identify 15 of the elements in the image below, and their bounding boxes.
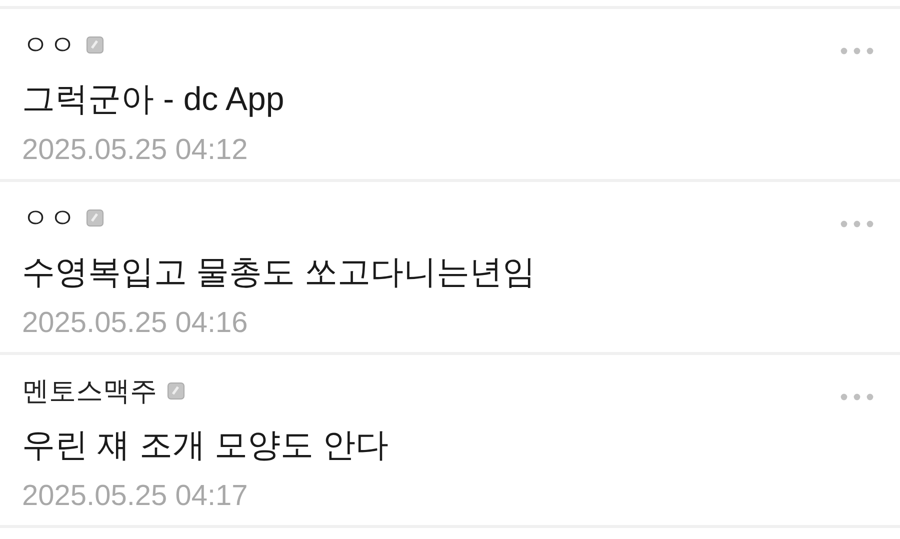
badge-icon (86, 36, 104, 54)
comment-date: 2025.05.25 04:12 (22, 134, 249, 167)
more-icon[interactable] (840, 220, 874, 228)
comment-text: 수영복입고 물총도 쏘고다니는년임 (22, 252, 536, 292)
comment-date: 2025.05.25 04:16 (22, 307, 249, 340)
author-name: ㅇㅇ (22, 202, 76, 235)
comment-text: 그럭군아 - dc App (22, 79, 286, 119)
comment-text: 우린 쟤 조개 모양도 안다 (22, 425, 390, 465)
more-icon[interactable] (840, 393, 874, 401)
author-name: ㅇㅇ (22, 29, 76, 62)
more-icon[interactable] (840, 47, 874, 55)
badge-icon (167, 382, 185, 400)
author-name: 멘토스맥주 (22, 375, 157, 408)
comment-date: 2025.05.25 04:17 (22, 480, 249, 513)
badge-icon (86, 209, 104, 227)
